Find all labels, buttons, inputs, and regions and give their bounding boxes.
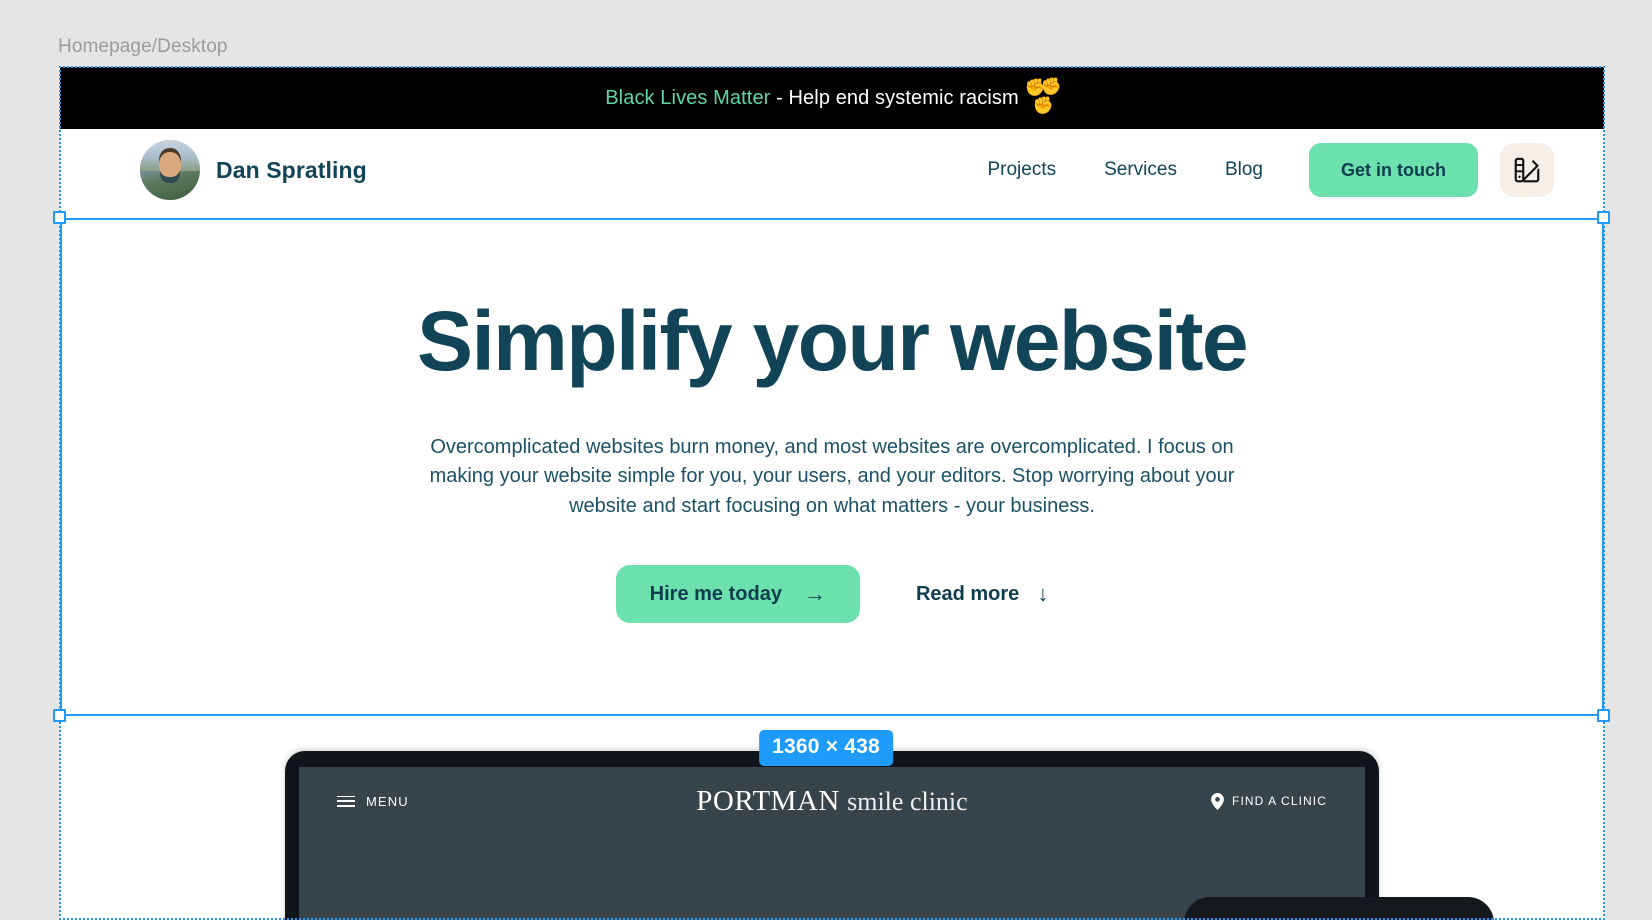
clinic-logo-secondary: smile clinic [847,786,968,816]
clinic-site-nav: MENU PORTMAN smile clinic FIND A CLINIC [299,767,1365,835]
site-header: Dan Spratling Projects Services Blog Get… [60,129,1604,211]
read-more-label: Read more [915,582,1020,605]
hero-section[interactable]: Simplify your website Overcomplicated we… [60,211,1604,720]
banner-highlight: Black Lives Matter [605,86,771,109]
main-navigation: Projects Services Blog Get in touch [963,143,1554,197]
resize-handle-top-right[interactable] [1597,211,1610,224]
nav-link-projects[interactable]: Projects [963,159,1080,181]
frame-label[interactable]: Homepage/Desktop [58,36,228,58]
avatar [140,140,200,200]
resize-handle-top-left[interactable] [53,211,66,224]
menu-button[interactable]: MENU [337,794,409,809]
clinic-logo: PORTMAN smile clinic [696,785,967,818]
hire-me-today-label: Hire me today [649,582,782,605]
banner-text: Black Lives Matter - Help end systemic r… [605,87,1019,110]
resize-handle-bottom-right[interactable] [1597,709,1610,722]
website-artboard[interactable]: Black Lives Matter - Help end systemic r… [60,67,1604,920]
hero-description: Overcomplicated websites burn money, and… [429,436,1235,517]
read-more-button[interactable]: Read more ↓ [916,583,1048,606]
theme-picker-button[interactable] [1500,143,1554,197]
map-pin-icon [1211,792,1224,810]
page-title: Simplify your website [417,294,1249,388]
raised-fist-icon-3: ✊ [1032,96,1054,115]
phone-mockup [1184,897,1494,920]
banner-rest: - Help end systemic racism [770,86,1019,109]
brand-name: Dan Spratling [216,156,367,183]
hamburger-menu-icon [337,795,355,807]
color-palette-icon [1514,157,1540,183]
menu-label: MENU [366,793,409,809]
get-in-touch-button[interactable]: Get in touch [1309,143,1478,197]
arrow-right-icon: → [803,581,826,607]
nav-link-blog[interactable]: Blog [1201,159,1287,181]
hero-actions: Hire me today → Read more ↓ [120,565,1544,624]
black-lives-matter-banner[interactable]: Black Lives Matter - Help end systemic r… [60,67,1604,129]
hire-me-today-button[interactable]: Hire me today → [615,565,860,624]
clinic-logo-primary: PORTMAN [696,784,840,817]
arrow-down-icon: ↓ [1037,581,1049,607]
raised-fist-emoji-group: ✊ ✊ ✊ [1025,76,1062,120]
brand-logo[interactable]: Dan Spratling [140,140,367,200]
resize-handle-bottom-left[interactable] [53,709,66,722]
nav-link-services[interactable]: Services [1080,159,1201,181]
design-canvas[interactable]: Homepage/Desktop Black Lives Matter - He… [0,0,1652,920]
find-a-clinic-label: FIND A CLINIC [1232,794,1327,809]
selection-size-badge: 1360 × 438 [759,730,893,766]
laptop-mockup: MENU PORTMAN smile clinic FIND A CLINIC [285,751,1379,920]
raised-fist-icon-2: ✊ [1040,77,1062,96]
find-a-clinic-button[interactable]: FIND A CLINIC [1211,792,1327,810]
